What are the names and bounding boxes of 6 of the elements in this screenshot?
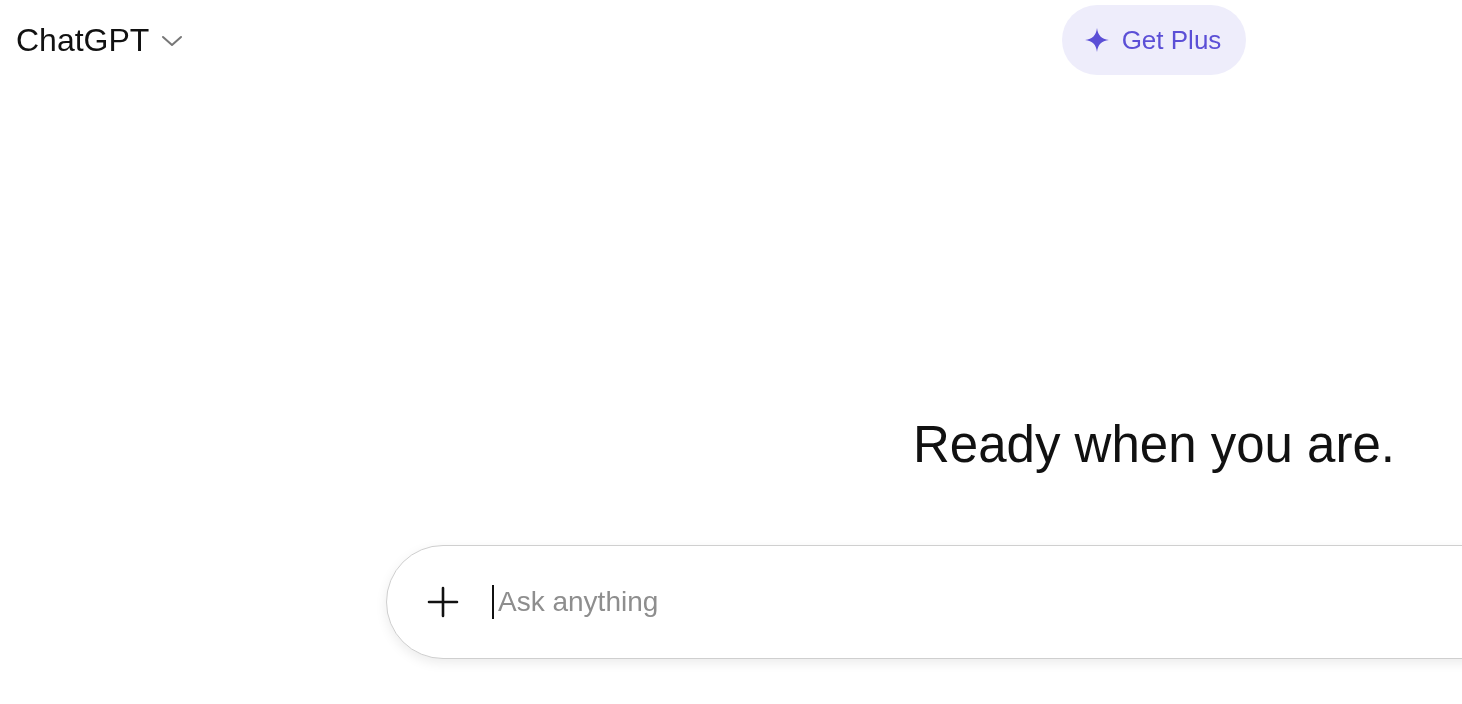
greeting-heading: Ready when you are. (913, 415, 1395, 475)
plus-icon[interactable] (427, 586, 459, 618)
model-selector[interactable]: ChatGPT (10, 18, 190, 63)
chevron-down-icon (161, 33, 184, 48)
message-input[interactable]: Ask anything (496, 585, 1100, 619)
get-plus-button[interactable]: Get Plus (1061, 5, 1247, 75)
